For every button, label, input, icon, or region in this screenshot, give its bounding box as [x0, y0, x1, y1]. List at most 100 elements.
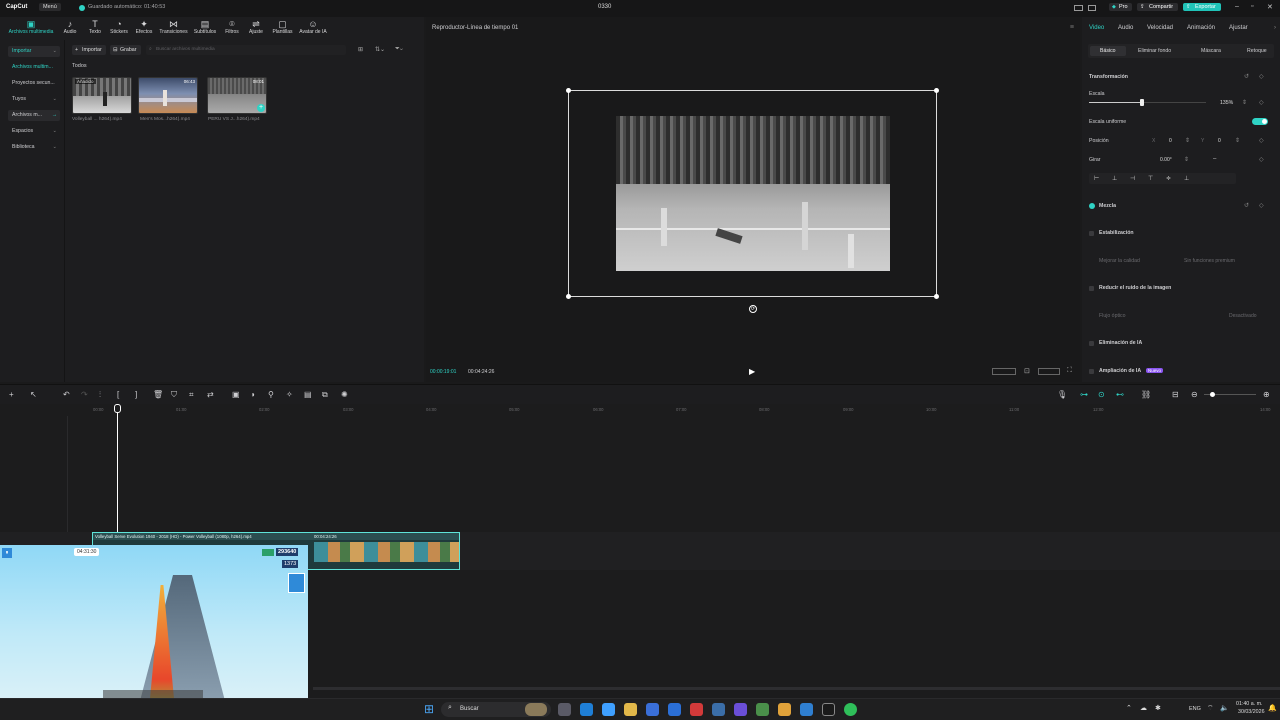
view-grid-icon[interactable]: ⊞ [358, 46, 363, 53]
capcut-taskbar-icon[interactable] [822, 703, 835, 716]
network-tray-icon[interactable]: ☁ [1140, 704, 1147, 712]
split-left-icon[interactable]: [ [117, 390, 119, 400]
stepper-icon[interactable]: ⇕ [1185, 137, 1190, 144]
ratio-button[interactable] [1038, 368, 1060, 375]
tab-transiciones[interactable]: ⋈ Transiciones [157, 19, 190, 35]
whatsapp-icon[interactable] [844, 703, 857, 716]
player-menu-icon[interactable]: ≡ [1070, 24, 1074, 31]
split-right-icon[interactable]: ] [135, 390, 137, 400]
maximize-icon[interactable]: ▫ [1251, 3, 1253, 10]
chevron-right-icon[interactable]: › [1274, 25, 1276, 31]
fit-icon[interactable]: ⊡ [1024, 367, 1030, 375]
select-tool-icon[interactable]: ↖ [30, 390, 37, 400]
freeze-icon[interactable]: ▣ [232, 390, 240, 400]
stabilize-checkbox[interactable] [1089, 231, 1094, 236]
resize-handle[interactable] [566, 88, 571, 93]
tab-stickers[interactable]: ◔ Stickers [107, 19, 131, 35]
close-icon[interactable]: ✕ [1267, 3, 1273, 11]
file-explorer-icon[interactable] [624, 703, 637, 716]
clock-time[interactable]: 01:40 a. m. [1236, 701, 1263, 707]
keyframe-icon[interactable]: ◇ [1259, 99, 1264, 106]
reverse-icon[interactable]: ◑ [250, 390, 255, 400]
redo-icon[interactable]: ↷ [81, 390, 88, 400]
tab-audio-props[interactable]: Audio [1118, 25, 1133, 31]
zoom-in-icon[interactable]: ⊕ [1263, 390, 1270, 400]
canvas-frame[interactable] [566, 88, 939, 299]
resize-handle[interactable] [934, 294, 939, 299]
tab-archivos-multimedia[interactable]: ▣ Archivos multimedia [6, 19, 56, 35]
sidebar-item-importar[interactable]: Importar ⌄ [8, 46, 60, 57]
pos-x-input[interactable]: 0 [1169, 138, 1172, 144]
share-button[interactable]: ⇪ Compartir [1137, 3, 1179, 11]
transform-icon[interactable]: ⧉ [322, 390, 328, 400]
app-icon[interactable] [756, 703, 769, 716]
clock-date[interactable]: 30/03/2026 [1238, 709, 1265, 715]
play-icon[interactable]: ▶ [749, 367, 755, 376]
sidebar-item-archivos-m[interactable]: Archivos m... → [8, 110, 60, 121]
denoise-checkbox[interactable] [1089, 286, 1094, 291]
reset-icon[interactable]: ↺ [1244, 202, 1249, 209]
tab-texto[interactable]: T Texto [83, 19, 107, 35]
taskbar-search[interactable]: ⌕ Buscar [441, 702, 551, 717]
stepper-icon[interactable]: ⇕ [1242, 99, 1247, 106]
wifi-icon[interactable]: ⌔ [1207, 704, 1214, 713]
minimize-icon[interactable]: – [1235, 3, 1239, 10]
align-bottom-icon[interactable]: ⊥ [1184, 175, 1189, 182]
subtab-mascara[interactable]: Máscara [1201, 48, 1221, 54]
sidebar-item-tuyos[interactable]: Tuyos ⌄ [8, 94, 60, 105]
volume-icon[interactable]: 🔈 [1220, 704, 1229, 712]
tab-subtitulos[interactable]: ▤ Subtítulos [191, 19, 219, 35]
task-view-icon[interactable] [558, 703, 571, 716]
language-indicator[interactable]: ENG [1189, 706, 1201, 712]
notification-icon[interactable]: 🔔 [1268, 704, 1277, 712]
uniform-scale-toggle[interactable] [1252, 118, 1268, 125]
crop-icon[interactable]: ⌗ [189, 390, 194, 400]
align-middle-icon[interactable]: ≑ [1166, 175, 1171, 182]
ai-tool-icon[interactable]: ✧ [286, 390, 293, 400]
media-clip-2[interactable]: 06:43 [138, 77, 198, 114]
shield-icon[interactable]: ⛉ [171, 390, 177, 400]
caption-icon[interactable]: ▤ [304, 390, 312, 400]
tab-video[interactable]: Video [1089, 25, 1104, 31]
discord-icon[interactable] [734, 703, 747, 716]
align-center-icon[interactable]: ⊥ [1112, 175, 1117, 182]
menu-button[interactable]: Menú [39, 3, 61, 11]
ai-upscale-checkbox[interactable] [1089, 369, 1094, 374]
tab-avatar-ia[interactable]: ☺ Avatar de IA [297, 19, 329, 35]
mail-icon[interactable] [668, 703, 681, 716]
store-icon[interactable] [646, 703, 659, 716]
align-right-icon[interactable]: ⊣ [1130, 175, 1135, 182]
delete-icon[interactable]: 🗑 [153, 390, 163, 400]
magic-icon[interactable]: ✺ [341, 390, 348, 400]
record-button[interactable]: ⊟ Grabar [110, 45, 141, 55]
add-to-timeline-icon[interactable]: + [257, 104, 265, 112]
align-left-icon[interactable]: ⊢ [1094, 175, 1099, 182]
import-button[interactable]: + Importar [72, 45, 106, 55]
search-input[interactable]: ⌕ Buscar archivos multimedia [146, 45, 346, 55]
stepper-icon[interactable]: ⇕ [1184, 156, 1189, 163]
add-track-icon[interactable]: + [9, 390, 14, 400]
rotate-input[interactable]: 0.00° [1160, 157, 1172, 163]
sidebar-item-archivos-multimedia[interactable]: Archivos multim... [8, 62, 60, 73]
people-icon[interactable] [712, 703, 725, 716]
keyframe-icon[interactable]: ◇ [1259, 156, 1264, 163]
scale-value[interactable]: 135% [1220, 100, 1233, 106]
subtab-eliminar-fondo[interactable]: Eliminar fondo [1138, 48, 1171, 54]
media-clip-1[interactable]: Añadido [72, 77, 132, 114]
playhead-handle[interactable] [114, 404, 121, 413]
pos-y-input[interactable]: 0 [1218, 138, 1221, 144]
sidebar-item-biblioteca[interactable]: Biblioteca ⌄ [8, 142, 60, 153]
zoom-out-icon[interactable]: ⊖ [1191, 390, 1198, 400]
mirror-icon[interactable]: ⇄ [207, 390, 214, 400]
rotate-icon[interactable]: ⟳ [749, 305, 757, 313]
zoom-slider[interactable] [1204, 392, 1256, 397]
chain-icon[interactable]: ⛓ [1141, 390, 1151, 400]
export-button[interactable]: ⇧ Exportar [1183, 3, 1221, 11]
tab-ajustar[interactable]: Ajustar [1229, 25, 1248, 31]
sidebar-item-espacios[interactable]: Espacios ⌄ [8, 126, 60, 137]
magnet-icon[interactable]: ⊶ [1080, 390, 1088, 400]
reset-icon[interactable]: ↺ [1244, 73, 1249, 80]
undo-icon[interactable]: ↶ [63, 390, 70, 400]
blend-checkbox[interactable] [1089, 203, 1095, 209]
keyframe-icon[interactable]: ◇ [1259, 137, 1264, 144]
